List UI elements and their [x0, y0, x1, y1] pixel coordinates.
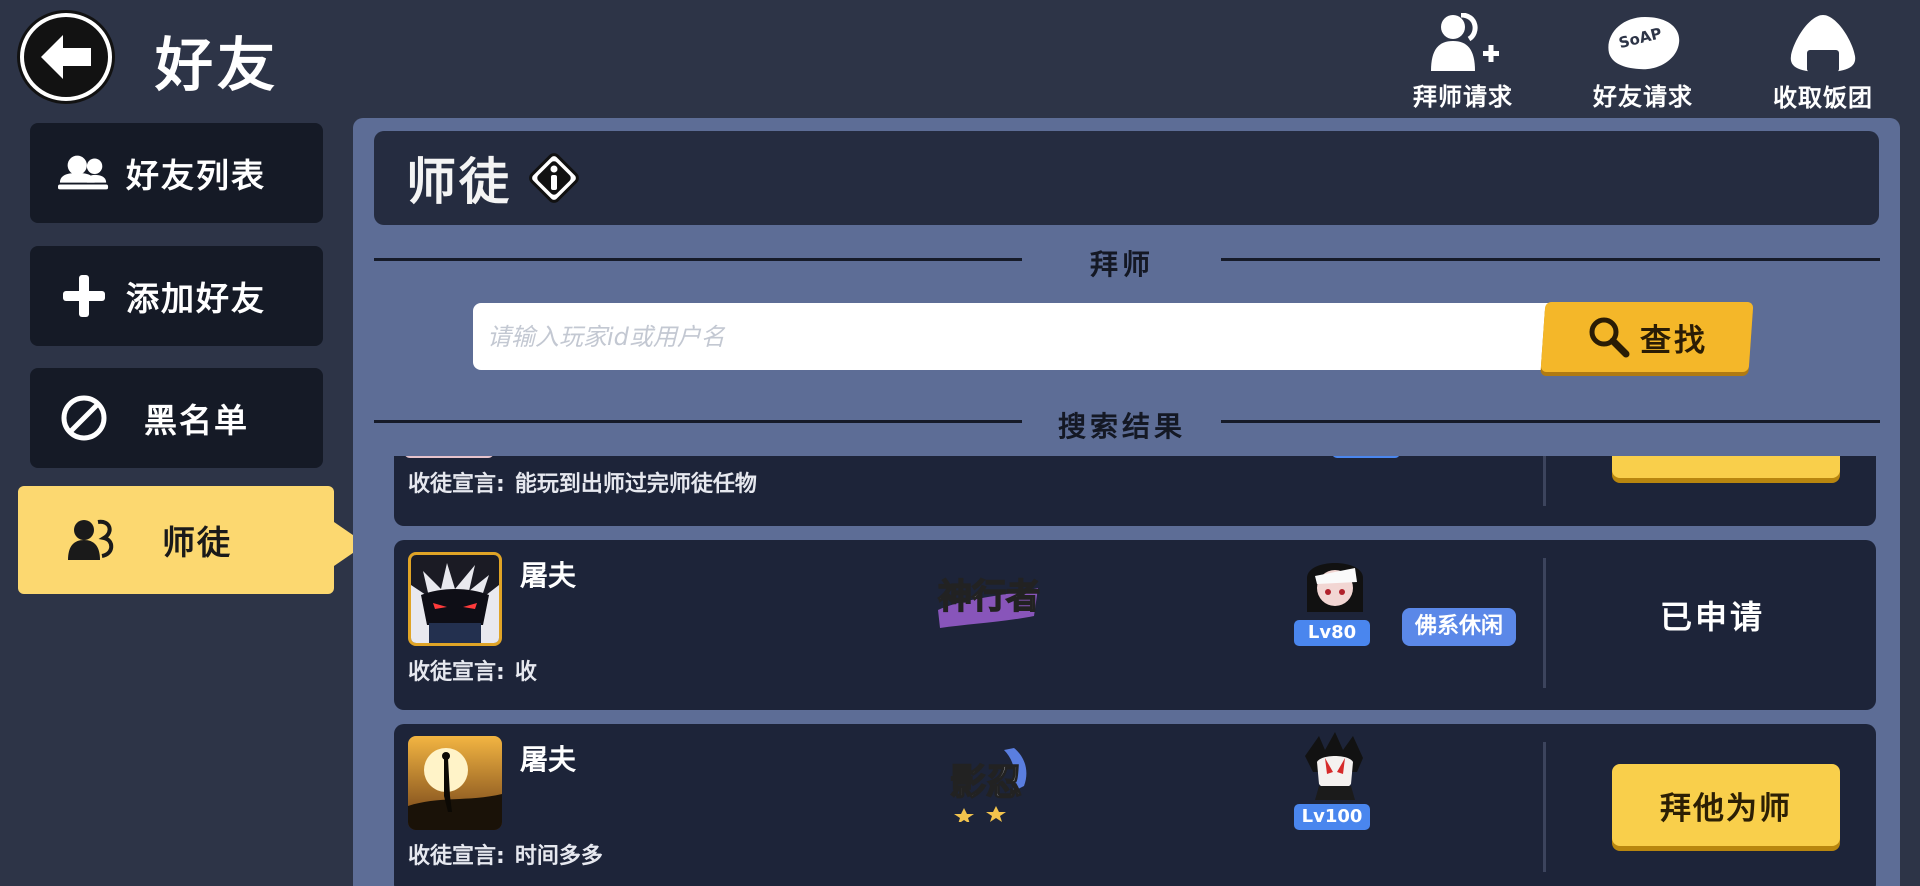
page-title: 好友 [155, 31, 280, 99]
sidebar-item-label: 好友列表 [126, 156, 266, 195]
level-badge [1332, 456, 1400, 458]
divider-right [1221, 420, 1880, 423]
mentor-section-label: 拜师 [1089, 248, 1154, 281]
sidebar-item-mentor[interactable]: 师徒 [18, 486, 334, 594]
rice-ball-icon [1787, 12, 1859, 74]
result-card: 屠夫 影忍 Lv100 收徒宣言: 时间多多 拜他为师 [394, 724, 1876, 886]
level-badge: Lv80 [1294, 620, 1370, 646]
mentor-request-button[interactable]: 拜师请求 [1388, 12, 1538, 112]
class-logo: 神行者 [937, 576, 1041, 628]
add-mentor-icon [1425, 12, 1501, 73]
card-separator [1543, 558, 1546, 688]
divider-left [374, 420, 1022, 423]
sidebar-item-label: 黑名单 [144, 401, 249, 440]
soap-request-icon: SoAP [1603, 12, 1683, 73]
back-button[interactable] [20, 13, 112, 101]
search-input[interactable] [473, 303, 1558, 370]
avatar [408, 552, 502, 646]
panel-title: 师徒 [406, 153, 512, 211]
arrow-left-icon [41, 35, 91, 79]
info-icon[interactable] [526, 150, 582, 206]
divider-left [374, 258, 1022, 261]
ban-icon [58, 392, 110, 444]
player-name: 屠夫 [520, 559, 577, 592]
card-separator [1543, 742, 1546, 872]
divider-right [1221, 258, 1880, 261]
applied-status: 已申请 [1659, 598, 1765, 636]
collect-riceball-button[interactable]: 收取饭团 [1748, 12, 1898, 112]
collect-riceball-label: 收取饭团 [1773, 84, 1873, 112]
svg-text:影忍: 影忍 [950, 761, 1022, 803]
player-name: 屠夫 [520, 743, 577, 776]
declaration-text: 收徒宣言: 时间多多 [408, 844, 603, 869]
sidebar-item-label: 添加好友 [126, 279, 266, 318]
friend-request-button[interactable]: SoAP 好友请求 [1568, 12, 1718, 112]
search-button[interactable]: 查找 [1540, 302, 1754, 372]
class-logo: 影忍 [949, 748, 1027, 822]
mentor-request-label: 拜师请求 [1413, 83, 1513, 111]
result-card: 屠夫 神行者 Lv80 佛系休闲 收徒宣言: 收 已申请 [394, 540, 1876, 710]
sidebar-item-friend-list[interactable]: 好友列表 [30, 123, 323, 223]
style-tag: 佛系休闲 [1402, 608, 1516, 646]
avatar [404, 456, 494, 458]
results-section-label: 搜索结果 [1057, 410, 1186, 443]
declaration-text: 收徒宣言: 能玩到出师过完师徒任物 [408, 472, 757, 497]
declaration-text: 收徒宣言: 收 [408, 660, 537, 685]
results-list[interactable]: 收徒宣言: 能玩到出师过完师徒任物 屠夫 神行者 Lv80 佛系休闲 收徒宣言:… [374, 456, 1900, 886]
apply-mentor-button[interactable]: 拜他为师 [1612, 764, 1840, 846]
character-icon [1307, 563, 1363, 612]
mentor-icon [66, 514, 118, 566]
plus-icon [58, 270, 110, 322]
sidebar-item-add-friend[interactable]: 添加好友 [30, 246, 323, 346]
search-icon [1589, 317, 1630, 358]
search-button-label: 查找 [1640, 322, 1708, 359]
friends-icon [58, 147, 110, 199]
result-card: 收徒宣言: 能玩到出师过完师徒任物 [394, 456, 1876, 526]
sidebar-item-blacklist[interactable]: 黑名单 [30, 368, 323, 468]
card-separator [1543, 456, 1546, 506]
avatar [408, 736, 502, 830]
friend-request-label: 好友请求 [1593, 83, 1693, 111]
svg-text:神行者: 神行者 [938, 577, 1040, 617]
sidebar-item-label: 师徒 [162, 523, 232, 562]
panel-header: 师徒 [374, 131, 1879, 225]
character-icon [1305, 732, 1363, 800]
level-badge: Lv100 [1294, 804, 1370, 830]
apply-mentor-button[interactable] [1612, 456, 1840, 478]
